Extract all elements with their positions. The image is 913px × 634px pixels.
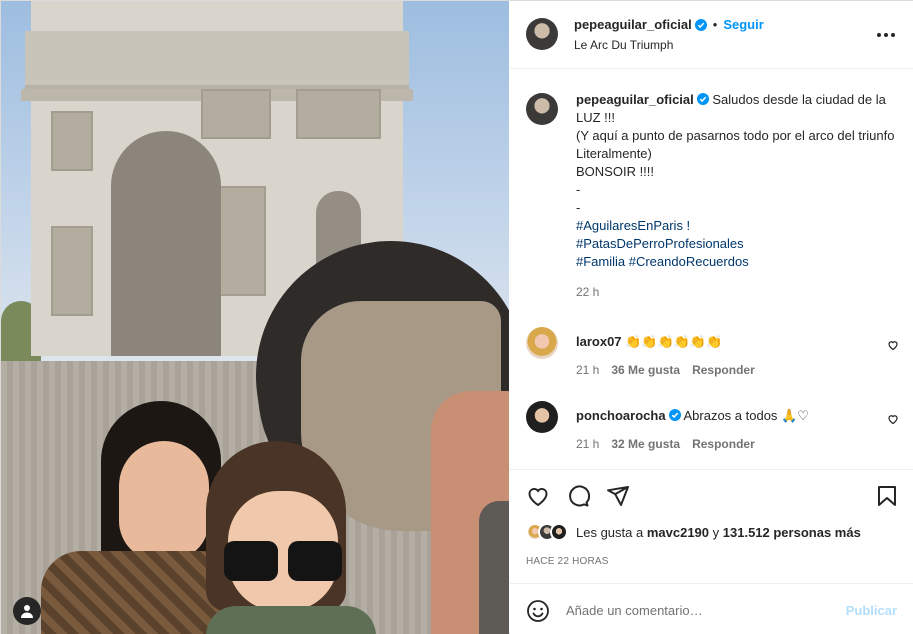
add-comment-bar: Publicar xyxy=(510,583,913,634)
post-actions-bar xyxy=(510,469,913,521)
verified-badge-icon xyxy=(694,18,707,31)
location-link[interactable]: Le Arc Du Triumph xyxy=(574,38,673,52)
like-heart-icon[interactable] xyxy=(526,484,550,508)
avatar[interactable] xyxy=(526,93,558,125)
comment-text: 👏👏👏👏👏👏 xyxy=(625,334,723,349)
hashtag-link[interactable]: #PatasDePerroProfesionales xyxy=(576,235,901,253)
comment-username[interactable]: larox07 xyxy=(576,334,622,349)
likes-middle: y xyxy=(712,524,720,540)
comment-time[interactable]: 21 h xyxy=(576,363,599,377)
save-bookmark-icon[interactable] xyxy=(875,484,899,508)
share-send-icon[interactable] xyxy=(606,484,630,508)
likes-prefix: Les gusta a xyxy=(576,524,644,540)
post-caption: pepeaguilar_oficial Saludos desde la ciu… xyxy=(526,91,901,299)
hashtag-link[interactable]: #AguilaresEnParis ! xyxy=(576,217,901,235)
liker-avatar xyxy=(550,523,568,541)
liker-username[interactable]: mavc2190 xyxy=(647,525,709,540)
caption-time[interactable]: 22 h xyxy=(576,285,901,299)
verified-badge-icon xyxy=(668,409,681,421)
comment-item: ponchoarocha Abrazos a todos 🙏♡ 21 h 32 … xyxy=(526,401,901,451)
comment-text: Abrazos a todos 🙏♡ xyxy=(683,408,809,423)
comment-item: larox07 👏👏👏👏👏👏 21 h 36 Me gusta Responde… xyxy=(526,327,901,377)
caption-line: (Y aquí a punto de pasarnos todo por el … xyxy=(576,128,895,161)
follow-button[interactable]: Seguir xyxy=(723,17,763,32)
comment-username[interactable]: ponchoarocha xyxy=(576,408,666,423)
avatar[interactable] xyxy=(526,18,558,50)
post-header: pepeaguilar_oficial • Seguir Le Arc Du T… xyxy=(510,1,913,69)
avatar[interactable] xyxy=(526,327,558,359)
comment-bubble-icon[interactable] xyxy=(566,484,590,508)
caption-line: - xyxy=(576,182,581,197)
like-comment-heart-icon[interactable] xyxy=(887,413,899,425)
posted-ago: HACE 22 HORAS xyxy=(526,556,609,567)
post-photo[interactable] xyxy=(1,1,509,634)
avatar[interactable] xyxy=(526,401,558,433)
post-comment-button[interactable]: Publicar xyxy=(846,603,897,618)
emoji-icon[interactable] xyxy=(526,599,550,623)
caption-line: - xyxy=(576,200,581,215)
hashtag-link[interactable]: #Familia #CreandoRecuerdos xyxy=(576,253,901,271)
verified-badge-icon xyxy=(696,93,709,105)
post-details-panel: pepeaguilar_oficial • Seguir Le Arc Du T… xyxy=(510,1,913,634)
comment-likes[interactable]: 32 Me gusta xyxy=(611,437,680,451)
author-username[interactable]: pepeaguilar_oficial xyxy=(574,17,692,32)
likes-count[interactable]: 131.512 personas más xyxy=(723,525,861,540)
man-beard xyxy=(479,501,509,634)
comment-likes[interactable]: 36 Me gusta xyxy=(611,363,680,377)
more-options-icon[interactable] xyxy=(874,25,898,45)
likes-summary[interactable]: Les gusta a mavc2190 y 131.512 personas … xyxy=(526,523,861,541)
separator-dot: • xyxy=(712,17,718,32)
comment-time[interactable]: 21 h xyxy=(576,437,599,451)
tagged-users-icon[interactable] xyxy=(13,597,41,625)
comment-input[interactable] xyxy=(566,598,836,622)
post-modal: pepeaguilar_oficial • Seguir Le Arc Du T… xyxy=(0,0,913,634)
like-comment-heart-icon[interactable] xyxy=(887,339,899,351)
caption-line: BONSOIR !!!! xyxy=(576,164,655,179)
caption-username[interactable]: pepeaguilar_oficial xyxy=(576,92,694,107)
reply-button[interactable]: Responder xyxy=(692,363,755,377)
reply-button[interactable]: Responder xyxy=(692,437,755,451)
girl-sunglasses xyxy=(206,441,376,634)
